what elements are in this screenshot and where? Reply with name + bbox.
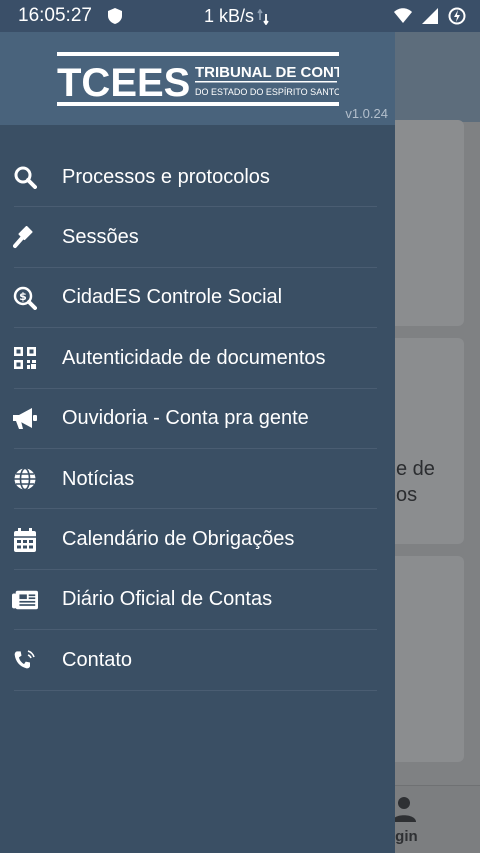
search-icon: [12, 164, 38, 190]
data-transfer-icon: [257, 8, 269, 25]
background-card-text: os: [396, 484, 418, 506]
menu-item-contato[interactable]: Contato: [0, 630, 395, 691]
menu-item-label: Autenticidade de documentos: [62, 346, 326, 369]
status-time: 16:05:27: [18, 5, 92, 26]
svg-text:$: $: [19, 290, 27, 303]
app-version: v1.0.24: [345, 106, 388, 121]
megaphone-icon: [12, 406, 38, 432]
menu-item-diario[interactable]: Diário Oficial de Contas: [0, 570, 395, 631]
calendar-icon: [12, 527, 38, 553]
newspaper-icon: [12, 587, 38, 613]
menu-item-label: Diário Oficial de Contas: [62, 588, 273, 611]
drawer-header: TCEES TRIBUNAL DE CONTAS DO ESTADO DO ES…: [0, 32, 395, 125]
menu-item-calendario[interactable]: Calendário de Obrigações: [0, 509, 395, 571]
menu-item-sessoes[interactable]: Sessões: [0, 207, 395, 269]
menu-item-processos[interactable]: Processos e protocolos: [0, 147, 395, 208]
menu-item-label: Calendário de Obrigações: [62, 528, 295, 551]
menu-item-label: Notícias: [62, 467, 135, 490]
tcees-logo: TCEES TRIBUNAL DE CONTAS DO ESTADO DO ES…: [57, 52, 339, 106]
menu-item-label: CidadES Controle Social: [62, 286, 283, 309]
menu-item-cidades[interactable]: $ CidadES Controle Social: [0, 268, 395, 329]
logo-line1: TRIBUNAL DE CONTAS: [195, 64, 339, 81]
background-card-text: e de: [396, 458, 435, 480]
status-bar: 16:05:27 1 kB/s: [0, 0, 480, 32]
menu-item-noticias[interactable]: Notícias: [0, 449, 395, 510]
menu-item-ouvidoria[interactable]: Ouvidoria - Conta pra gente: [0, 389, 395, 450]
money-search-icon: $: [12, 285, 38, 311]
gavel-icon: [12, 225, 38, 251]
globe-icon: [12, 466, 38, 492]
menu-item-label: Sessões: [62, 226, 139, 249]
navigation-drawer: TCEES TRIBUNAL DE CONTAS DO ESTADO DO ES…: [0, 32, 395, 853]
menu-item-label: Ouvidoria - Conta pra gente: [62, 407, 309, 430]
network-speed-label: 1 kB/s: [204, 6, 255, 26]
logo-line2: DO ESTADO DO ESPÍRITO SANTO: [195, 87, 339, 97]
battery-saver-icon: [448, 7, 466, 25]
menu-item-label: Contato: [62, 648, 133, 671]
network-speed: 1 kB/s: [204, 6, 269, 27]
signal-icon: [422, 8, 438, 24]
shield-icon: [107, 8, 122, 24]
wifi-icon: [394, 8, 412, 23]
qr-code-icon: [12, 345, 38, 371]
phone-icon: [12, 647, 38, 673]
menu-item-label: Processos e protocolos: [62, 165, 270, 188]
menu-item-autenticidade[interactable]: Autenticidade de documentos: [0, 328, 395, 389]
user-icon: [392, 797, 416, 822]
drawer-menu: Processos e protocolos Sessões $ CidadES…: [0, 125, 395, 691]
logo-mark: TCEES: [57, 61, 190, 105]
